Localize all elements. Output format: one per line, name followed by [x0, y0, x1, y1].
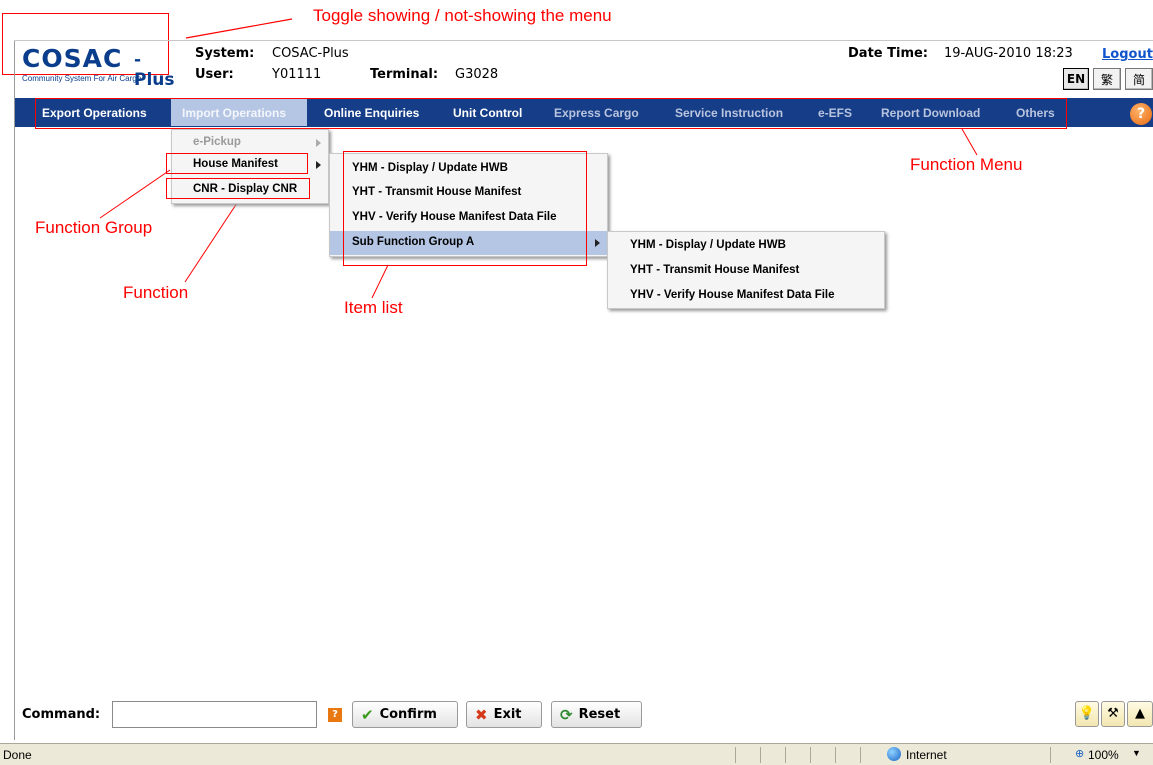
function-menu-annotation-box — [35, 98, 1067, 129]
terminal-label: Terminal: — [370, 67, 439, 82]
lightbulb-icon[interactable]: 💡 — [1075, 701, 1099, 727]
exit-label: Exit — [493, 707, 522, 722]
zoom-level[interactable]: 100% — [1088, 748, 1119, 762]
help-icon[interactable]: ? — [1130, 103, 1152, 125]
cosac-logo[interactable]: COSAC -Plus Community System For Air Car… — [22, 44, 180, 92]
top-border — [14, 40, 1153, 41]
lang-simplified-button[interactable]: 简 — [1125, 68, 1153, 90]
reset-label: Reset — [578, 707, 621, 722]
user-value: Y01111 — [272, 67, 322, 82]
logo-subtitle: Community System For Air Cargo — [22, 74, 142, 83]
alert-icon[interactable]: ▲ — [1127, 701, 1153, 727]
terminal-value: G3028 — [455, 67, 499, 82]
tools-icon[interactable]: ⚒ — [1101, 701, 1125, 727]
system-label: System: — [195, 46, 255, 61]
submenu-a-item-yhv[interactable]: YHV - Verify House Manifest Data File — [630, 289, 835, 301]
lang-traditional-button[interactable]: 繁 — [1093, 68, 1121, 90]
logo-plus-text: -Plus — [134, 50, 175, 90]
refresh-icon: ⟳ — [560, 705, 573, 724]
confirm-label: Confirm — [379, 707, 437, 722]
status-bar: Done Internet ⊕ 100% ▼ — [0, 743, 1153, 765]
exit-button[interactable]: ✖ Exit — [466, 701, 542, 728]
datetime-value: 19-AUG-2010 18:23 — [944, 46, 1073, 61]
item-list-annotation-box — [343, 151, 587, 266]
confirm-button[interactable]: ✔ Confirm — [352, 701, 458, 728]
status-text: Done — [3, 748, 32, 762]
chevron-right-icon — [595, 239, 600, 247]
system-value: COSAC-Plus — [272, 46, 349, 61]
logo-main-text: COSAC — [22, 44, 123, 73]
zoom-icon: ⊕ — [1075, 748, 1085, 760]
dropdown-item-e-pickup[interactable]: e-Pickup — [193, 136, 241, 148]
datetime-label: Date Time: — [848, 46, 929, 61]
command-help-icon[interactable]: ? — [328, 708, 342, 722]
user-label: User: — [195, 67, 234, 82]
command-label: Command: — [22, 707, 101, 722]
check-icon: ✔ — [361, 705, 374, 724]
chevron-right-icon — [316, 139, 321, 147]
globe-icon — [887, 747, 901, 761]
lang-en-button[interactable]: EN — [1063, 68, 1089, 90]
logout-link[interactable]: Logout — [1102, 47, 1153, 62]
submenu-a-item-yht[interactable]: YHT - Transmit House Manifest — [630, 264, 799, 276]
zone-text: Internet — [906, 748, 947, 762]
close-icon: ✖ — [475, 705, 488, 724]
toggle-annotation: Toggle showing / not-showing the menu — [313, 6, 612, 25]
chevron-down-icon[interactable]: ▼ — [1132, 748, 1141, 758]
reset-button[interactable]: ⟳ Reset — [551, 701, 642, 728]
function-annotation-box — [166, 178, 310, 199]
submenu-a-item-yhm[interactable]: YHM - Display / Update HWB — [630, 239, 786, 251]
chevron-right-icon — [316, 161, 321, 169]
command-input[interactable] — [112, 701, 317, 728]
function-group-annotation-box — [166, 153, 308, 174]
